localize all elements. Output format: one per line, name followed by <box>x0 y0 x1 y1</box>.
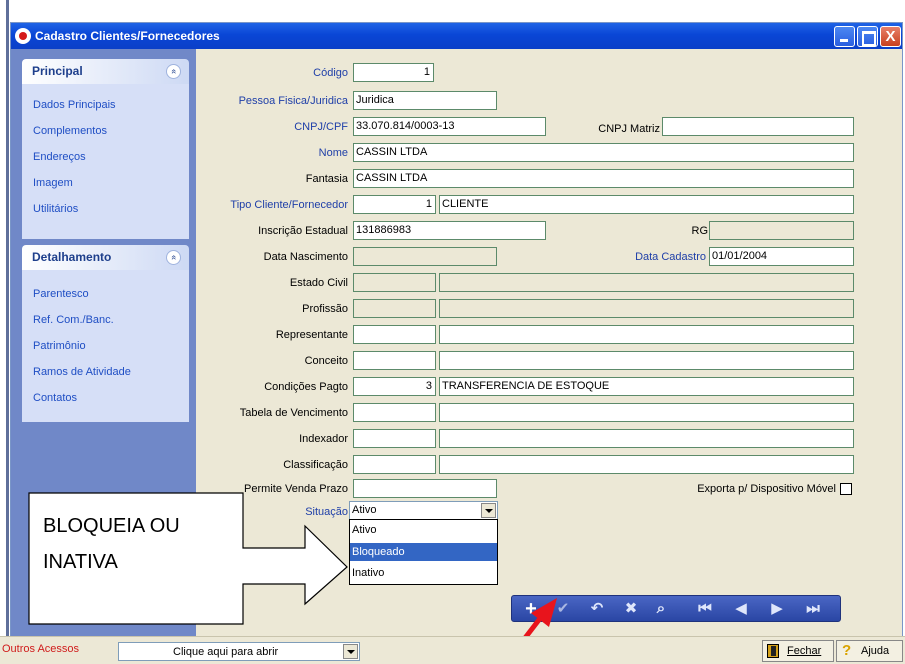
outros-acessos-select[interactable]: Clique aqui para abrir <box>118 642 360 661</box>
outros-acessos-label: Outros Acessos <box>2 643 80 655</box>
status-bar: Outros Acessos Clique aqui para abrir Fe… <box>0 636 905 664</box>
callout-text-line1: BLOQUEIA OU <box>43 515 180 537</box>
ajuda-label: Ajuda <box>861 645 890 657</box>
callout-text-line2: INATIVA <box>43 551 118 573</box>
help-icon: ? <box>842 642 852 659</box>
chevron-down-icon[interactable] <box>343 644 358 659</box>
door-exit-icon <box>767 644 779 658</box>
fechar-button[interactable]: Fechar <box>762 640 834 662</box>
fechar-label: Fechar <box>787 645 822 657</box>
annotation-overlay <box>28 492 557 664</box>
outros-acessos-text: Clique aqui para abrir <box>173 646 279 658</box>
ajuda-button[interactable]: ? Ajuda <box>836 640 903 662</box>
